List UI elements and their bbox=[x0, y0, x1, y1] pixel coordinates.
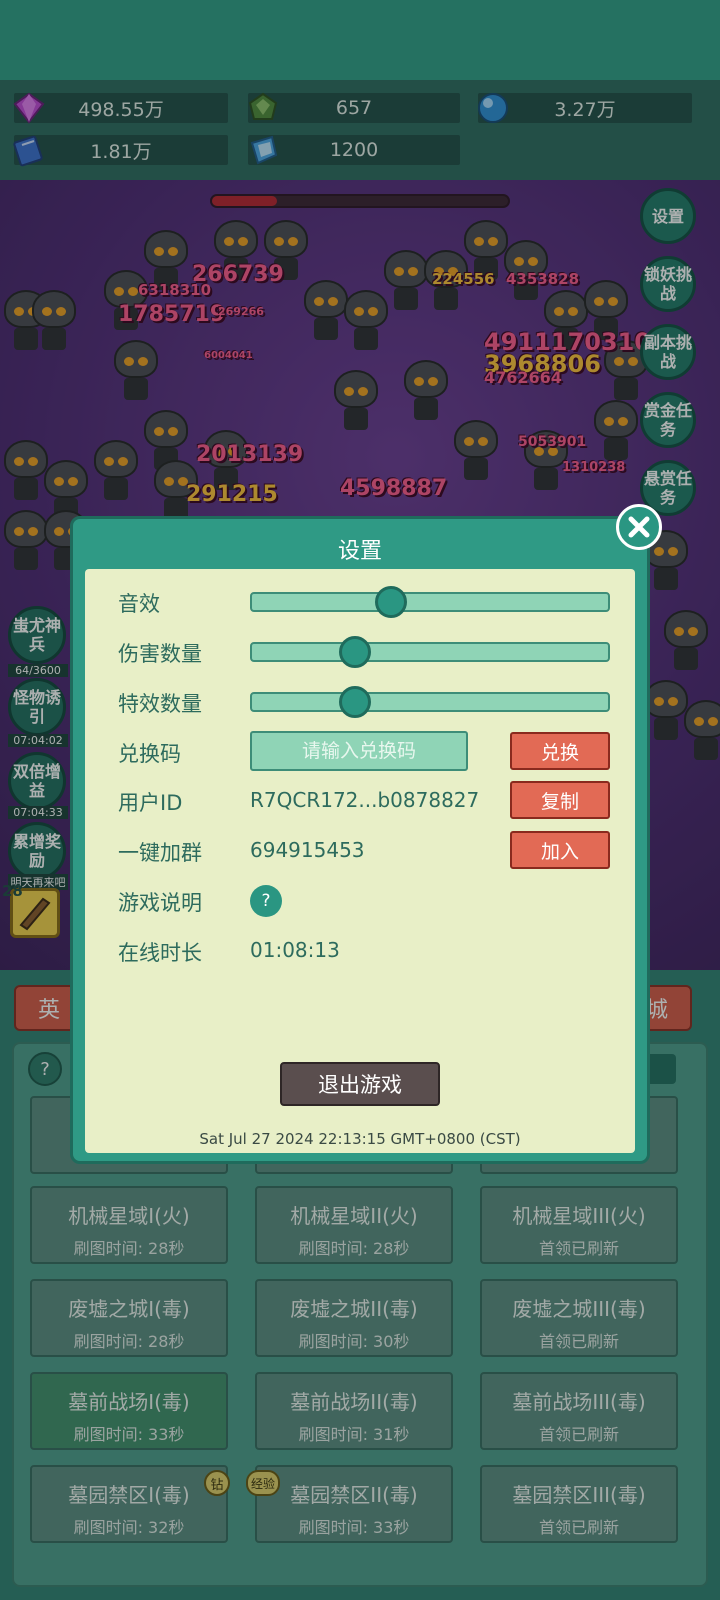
damage-count-slider-knob[interactable] bbox=[339, 636, 372, 668]
effects-count-slider-knob[interactable] bbox=[339, 686, 372, 718]
damage-count-label: 伤害数量 bbox=[118, 642, 202, 666]
online-time-value: 01:08:13 bbox=[250, 938, 340, 962]
sound-label: 音效 bbox=[118, 592, 160, 616]
user-id-label: 用户ID bbox=[118, 791, 183, 815]
sound-slider-knob[interactable] bbox=[374, 586, 407, 618]
redeem-code-input[interactable]: 请输入兑换码 bbox=[250, 731, 468, 771]
close-button[interactable] bbox=[616, 504, 662, 550]
redeem-button[interactable]: 兑换 bbox=[510, 732, 610, 770]
online-time-label: 在线时长 bbox=[118, 941, 202, 965]
sound-slider[interactable] bbox=[250, 586, 610, 618]
current-datetime: Sat Jul 27 2024 22:13:15 GMT+0800 (CST) bbox=[199, 1130, 521, 1148]
effects-count-label: 特效数量 bbox=[118, 692, 202, 716]
close-icon bbox=[628, 516, 650, 538]
group-number: 694915453 bbox=[250, 838, 365, 862]
copy-button[interactable]: 复制 bbox=[510, 781, 610, 819]
redeem-label: 兑换码 bbox=[118, 742, 181, 766]
effects-count-slider[interactable] bbox=[250, 686, 610, 718]
damage-count-slider[interactable] bbox=[250, 636, 610, 668]
join-button[interactable]: 加入 bbox=[510, 831, 610, 869]
quit-game-button[interactable]: 退出游戏 bbox=[280, 1062, 440, 1106]
user-id-value: R7QCR172...b0878827 bbox=[250, 788, 480, 812]
dialog-title: 设置 bbox=[337, 539, 382, 564]
instructions-label: 游戏说明 bbox=[118, 891, 202, 915]
join-group-label: 一键加群 bbox=[118, 841, 202, 865]
instructions-help-button[interactable]: ? bbox=[250, 885, 282, 917]
